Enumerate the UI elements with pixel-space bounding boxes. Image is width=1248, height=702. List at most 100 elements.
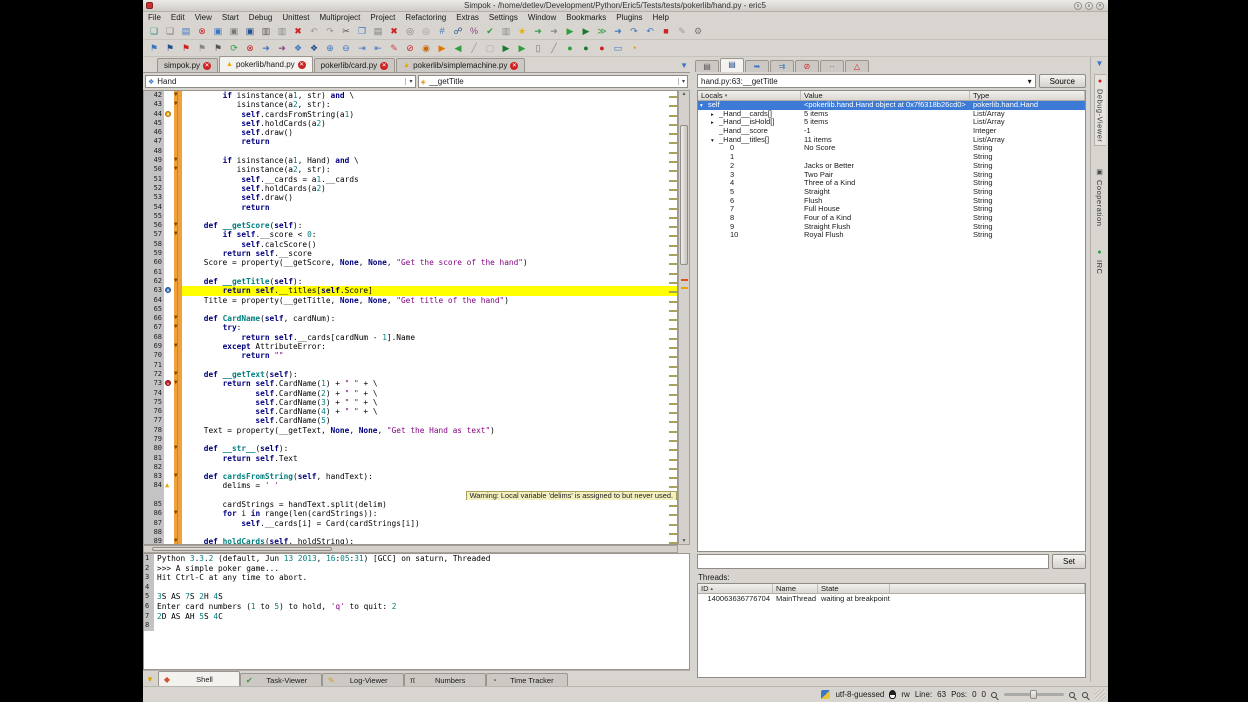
bookmark-clear-icon[interactable]: ⚑ [195, 41, 209, 55]
close-tab-icon[interactable]: ✕ [203, 62, 211, 70]
breakpoint-margin[interactable]: ✕✕✕▲ [164, 184, 174, 193]
line-number[interactable]: 49 [144, 156, 164, 165]
step-out-icon[interactable]: ↶ [643, 24, 657, 38]
minimize-button[interactable]: ∨ [1074, 2, 1082, 10]
breakpoint-margin[interactable]: ✕✕✕▲ [164, 314, 174, 323]
locals-row[interactable]: 3 Two Pair String [698, 171, 1085, 180]
code-line[interactable]: 67 ✕✕✕▲ ▼ try: [144, 323, 677, 332]
line-number[interactable]: 50 [144, 165, 164, 174]
breakpoint-margin[interactable]: ✕✕✕▲ [164, 519, 174, 528]
fold-margin[interactable]: ▼ [174, 249, 182, 258]
code-line[interactable]: 43 ✕✕✕▲ ▼ isinstance(a2, str): [144, 100, 677, 109]
breakpoint-margin[interactable]: ✕✕✕▲ [164, 491, 174, 500]
menu-item[interactable]: Refactoring [400, 13, 451, 22]
line-number[interactable]: 45 [144, 119, 164, 128]
breakpoint-margin[interactable]: ✕✕✕▲ [164, 426, 174, 435]
fold-margin[interactable]: ▼ [174, 258, 182, 267]
breakpoint-margin[interactable]: ✕✕✕▲ [164, 296, 174, 305]
code-line[interactable]: 84 ✕✕✕▲ ▼ delims = ' ' [144, 481, 677, 490]
breakpoint-margin[interactable]: ✕✕✕▲ [164, 398, 174, 407]
locals-row[interactable]: 4 Three of a Kind String [698, 179, 1085, 188]
breakpoint-margin[interactable]: ✕✕✕▲ [164, 500, 174, 509]
cut-icon[interactable]: ✂ [339, 24, 353, 38]
line-number[interactable]: 58 [144, 240, 164, 249]
module-browser-icon[interactable]: ❖ [307, 41, 321, 55]
fold-margin[interactable]: ▼ [174, 277, 182, 286]
line-number[interactable]: 71 [144, 361, 164, 370]
fold-margin[interactable]: ▼ [174, 221, 182, 230]
breakpoint-margin[interactable]: ✕✕✕▲ [164, 165, 174, 174]
goto-def-icon[interactable]: ➜ [259, 41, 273, 55]
tab-shell[interactable]: ◆ Shell [158, 671, 240, 686]
line-number[interactable]: 77 [144, 416, 164, 425]
code-line[interactable]: 49 ✕✕✕▲ ▼ if isinstance(a1, Hand) and \ [144, 156, 677, 165]
code-line[interactable]: 51 ✕✕✕▲ ▼ self.__cards = a1.__cards [144, 175, 677, 184]
run-script-icon[interactable]: ▶ [563, 24, 577, 38]
replace-icon[interactable]: ◎ [419, 24, 433, 38]
code-line[interactable]: 58 ✕✕✕▲ ▼ self.calcScore() [144, 240, 677, 249]
watchpoints-tab[interactable]: ·· [820, 60, 844, 72]
code-line[interactable]: 74 ✕✕✕▲ ▼ self.CardName(2) + " " + \ [144, 389, 677, 398]
shell-line[interactable]: 8 [144, 621, 689, 631]
breakpoint-margin[interactable]: ✕✕✕▲ [164, 268, 174, 277]
code-line[interactable]: 59 ✕✕✕▲ ▼ return self.__score [144, 249, 677, 258]
locals-row[interactable]: 1 String [698, 153, 1085, 162]
code-line[interactable]: 80 ✕✕✕▲ ▼ def __str__(self): [144, 444, 677, 453]
line-number[interactable]: 84 [144, 481, 164, 490]
breakpoint-margin[interactable]: ✕✕✕▲ [164, 175, 174, 184]
new-bookmark-icon[interactable]: ★ [515, 24, 529, 38]
breakpoint-margin[interactable]: ✕✕✕▲ [164, 240, 174, 249]
debug-script-icon[interactable]: ▶ [579, 24, 593, 38]
shell-line[interactable]: 4 [144, 583, 689, 593]
paste-icon[interactable]: ▤ [371, 24, 385, 38]
breakpoint-margin[interactable]: ✕✕✕▲ [164, 444, 174, 453]
breakpoint-margin[interactable]: ✕✕✕▲ [164, 128, 174, 137]
editor-tab[interactable]: ▲ pokerlib/card.py ✕ [314, 58, 395, 72]
threads-header-name[interactable]: Name [773, 584, 818, 593]
editor-vertical-scrollbar[interactable]: ▲ ▼ [678, 90, 690, 545]
breakpoint-margin[interactable]: ✕✕✕▲ [164, 305, 174, 314]
irc-tab[interactable]: ● IRC [1095, 249, 1104, 274]
code-line[interactable]: 53 ✕✕✕▲ ▼ self.draw() [144, 193, 677, 202]
tree-expand-icon[interactable]: ▾ [711, 137, 719, 145]
line-number[interactable]: 70 [144, 351, 164, 360]
breakpoint-margin[interactable]: ✕✕✕▲ [164, 91, 174, 100]
locals-row[interactable]: 5 Straight String [698, 188, 1085, 197]
breakpoint-margin[interactable]: ✕✕✕▲ [164, 435, 174, 444]
threads-tab[interactable]: ⇉ [770, 60, 794, 72]
fold-margin[interactable]: ▼ [174, 175, 182, 184]
line-number[interactable]: 60 [144, 258, 164, 267]
shell-line[interactable]: 7 2D AS AH 5S 4C [144, 612, 689, 622]
bookmark-prev-icon[interactable]: ⚑ [179, 41, 193, 55]
fold-margin[interactable]: ▼ [174, 110, 182, 119]
line-number[interactable]: 64 [144, 296, 164, 305]
fold-margin[interactable]: ▼ [174, 528, 182, 537]
fold-margin[interactable]: ▼ [174, 100, 182, 109]
locals-tab[interactable]: ▤ [720, 58, 744, 72]
line-number[interactable]: 67 [144, 323, 164, 332]
editor-tab[interactable]: ▲ simpok.py ✕ [157, 58, 218, 72]
break-enable-icon[interactable]: ◉ [419, 41, 433, 55]
zoom-out-icon[interactable] [991, 692, 997, 698]
filter-icon[interactable]: ▼ [146, 675, 154, 684]
menu-item[interactable]: Start [217, 13, 244, 22]
breakpoint-margin[interactable]: ✕✕✕▲ [164, 147, 174, 156]
line-number[interactable]: 47 [144, 137, 164, 146]
fold-margin[interactable]: ▼ [174, 537, 182, 545]
fold-margin[interactable]: ▼ [174, 128, 182, 137]
tab-list-dropdown-icon[interactable]: ▼ [680, 61, 688, 70]
save-icon[interactable]: ▣ [211, 24, 225, 38]
close-file-icon[interactable]: ⊗ [195, 24, 209, 38]
menu-item[interactable]: View [190, 13, 217, 22]
shell-line[interactable]: 3 Hit Ctrl-C at any time to abort. [144, 573, 689, 583]
tree-expand-icon[interactable]: ▸ [711, 119, 719, 127]
profile-icon[interactable]: ✎ [675, 24, 689, 38]
goto-brace-icon[interactable]: ☍ [451, 24, 465, 38]
breakpoint-margin[interactable]: ✕✕✕▲ [164, 137, 174, 146]
debug-d2-icon[interactable]: ▶ [515, 41, 529, 55]
line-number[interactable]: 48 [144, 147, 164, 156]
code-line[interactable]: 63 ✕✕✕▲ ▼ return self.__titles[self.Scor… [144, 286, 677, 295]
menu-item[interactable]: Settings [484, 13, 523, 22]
code-line[interactable]: 76 ✕✕✕▲ ▼ self.CardName(4) + " " + \ [144, 407, 677, 416]
breakpoint-margin[interactable]: ✕✕✕▲ [164, 351, 174, 360]
